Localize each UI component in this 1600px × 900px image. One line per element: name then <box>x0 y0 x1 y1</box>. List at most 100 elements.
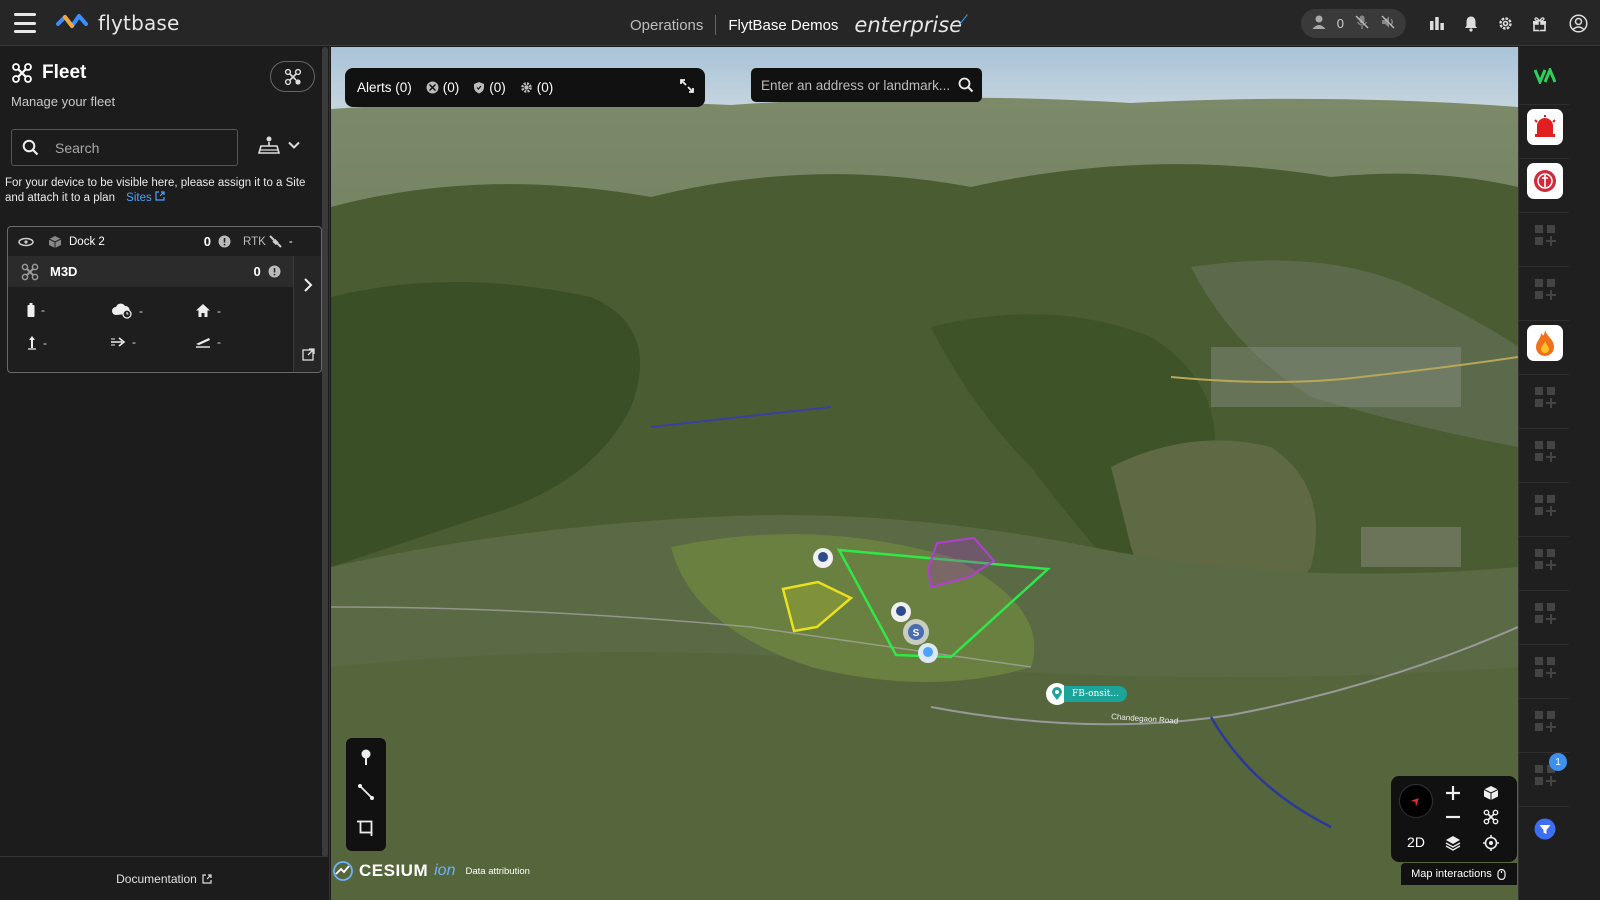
address-search-input[interactable]: Enter an address or landmark... <box>751 68 982 102</box>
mic-muted-icon[interactable] <box>1354 14 1370 33</box>
open-external-icon[interactable] <box>302 348 315 361</box>
card-side-actions <box>293 256 321 372</box>
speaker-muted-icon[interactable] <box>1380 14 1396 33</box>
divider <box>1519 590 1569 591</box>
onsite-marker[interactable]: FB-onsit... <box>1046 683 1127 705</box>
documentation-link[interactable]: Documentation <box>0 856 328 900</box>
alert-count: (0) <box>442 80 460 95</box>
3d-view-button[interactable] <box>1473 782 1509 804</box>
alert-chip-drone[interactable]: (0) <box>426 80 460 95</box>
data-attribution-link[interactable]: Data attribution <box>465 866 529 877</box>
fleet-title: Fleet <box>42 62 87 83</box>
add-app-slot-icon[interactable] <box>1527 487 1563 523</box>
filter-app-icon[interactable] <box>1527 811 1563 847</box>
alerts-label[interactable]: Alerts (0) <box>357 80 412 95</box>
divider <box>1519 806 1569 807</box>
dock-location-marker[interactable] <box>918 643 938 663</box>
dji-brand-icon <box>18 237 34 246</box>
map-pin-marker[interactable] <box>891 602 911 622</box>
logo-text: flytbase <box>98 11 180 35</box>
nav-operations[interactable]: Operations <box>630 17 703 34</box>
alert-count: (0) <box>536 80 554 95</box>
panel-scrollbar[interactable] <box>322 47 328 857</box>
cesium-attribution[interactable]: CESIUM ion Data attribution <box>333 861 530 881</box>
draw-point-tool[interactable] <box>359 748 373 771</box>
edition-text: enterprise <box>854 13 963 37</box>
divider <box>1519 212 1569 213</box>
draw-polygon-tool[interactable] <box>357 818 375 841</box>
map-viewport[interactable]: Chandegaon Road S FB-onsit... Alerts (0)… <box>331 47 1518 900</box>
add-app-slot-icon[interactable] <box>1527 595 1563 631</box>
view-mode-toggle[interactable]: 2D <box>1399 830 1433 854</box>
expand-icon[interactable] <box>679 78 695 97</box>
add-app-slot-icon[interactable] <box>1527 541 1563 577</box>
battery-icon <box>27 303 35 317</box>
fleet-subtitle: Manage your fleet <box>11 94 116 109</box>
zoom-in-button[interactable] <box>1435 782 1471 804</box>
flight-stat: - <box>195 335 221 349</box>
add-app-slot-icon[interactable] <box>1527 217 1563 253</box>
menu-icon[interactable] <box>14 13 36 33</box>
home-stat: - <box>195 303 221 318</box>
brand-app-icon[interactable] <box>1527 58 1563 94</box>
weather-cloud-icon <box>112 303 132 319</box>
map-interactions-label: Map interactions <box>1411 868 1492 880</box>
alert-icon <box>218 235 231 248</box>
flight-value: - <box>217 335 221 349</box>
follow-drone-button[interactable] <box>1473 806 1509 828</box>
satellite-icon <box>269 234 282 248</box>
chevron-right-icon[interactable] <box>303 278 313 292</box>
site-marker-label: S <box>913 628 920 639</box>
add-app-slot-icon[interactable] <box>1527 379 1563 415</box>
fire-detection-app-icon[interactable] <box>1527 325 1563 361</box>
add-drone-button[interactable] <box>270 61 315 92</box>
fleet-search-input[interactable]: Search <box>11 129 238 166</box>
drone-icon <box>21 263 39 280</box>
draw-line-tool[interactable] <box>357 783 375 806</box>
add-app-slot-icon[interactable] <box>1527 649 1563 685</box>
divider <box>1519 536 1569 537</box>
address-placeholder: Enter an address or landmark... <box>761 77 951 93</box>
sites-link[interactable]: Sites <box>126 191 165 204</box>
security-app-icon[interactable] <box>1527 163 1563 199</box>
cesium-brand: CESIUM <box>359 861 429 880</box>
add-app-slot-icon[interactable] <box>1527 703 1563 739</box>
notifications-bell-icon[interactable] <box>1454 0 1488 46</box>
documentation-text: Documentation <box>116 871 197 886</box>
home-icon <box>196 304 210 317</box>
user-profile-icon[interactable] <box>1556 0 1600 46</box>
layers-button[interactable] <box>1435 830 1471 856</box>
alarm-app-icon[interactable] <box>1527 109 1563 145</box>
gift-icon[interactable] <box>1522 0 1556 46</box>
recenter-button[interactable] <box>1473 830 1509 856</box>
alerts-bar[interactable]: Alerts (0) (0) (0) (0) <box>345 68 705 107</box>
user-icon[interactable] <box>1311 14 1327 33</box>
map-interactions-button[interactable]: Map interactions <box>1401 863 1517 885</box>
app-logo[interactable]: flytbase <box>56 11 180 35</box>
zoom-out-button[interactable] <box>1435 806 1471 828</box>
speed-stat: - <box>110 335 136 349</box>
map-pin-marker[interactable] <box>813 548 833 568</box>
analytics-icon[interactable] <box>1420 0 1454 46</box>
terrain-3d-view: Chandegaon Road S <box>331 47 1518 900</box>
settings-gear-icon[interactable] <box>1488 0 1522 46</box>
divider <box>1519 320 1569 321</box>
users-count: 0 <box>1336 15 1344 31</box>
divider <box>1519 266 1569 267</box>
drone-row[interactable]: M3D 0 <box>8 256 293 287</box>
org-name[interactable]: FlytBase Demos <box>728 17 838 34</box>
compass-icon[interactable] <box>1399 784 1433 818</box>
site-marker[interactable]: S <box>903 619 929 645</box>
right-rail: 1 <box>1518 47 1600 900</box>
dock-filter-dropdown[interactable] <box>258 135 300 155</box>
altitude-value: - <box>43 335 47 350</box>
add-app-slot-icon[interactable] <box>1527 271 1563 307</box>
home-value: - <box>217 303 221 318</box>
battery-stat: - <box>27 303 45 317</box>
alert-chip-security[interactable]: (0) <box>473 80 506 95</box>
alert-chip-system[interactable]: (0) <box>520 80 554 95</box>
assign-site-notice: For your device to be visible here, plea… <box>5 176 325 206</box>
dock-device-card[interactable]: Dock 2 0 RTK - M3D 0 - - - - - - <box>7 226 322 373</box>
divider <box>1519 428 1569 429</box>
add-app-slot-icon[interactable] <box>1527 433 1563 469</box>
